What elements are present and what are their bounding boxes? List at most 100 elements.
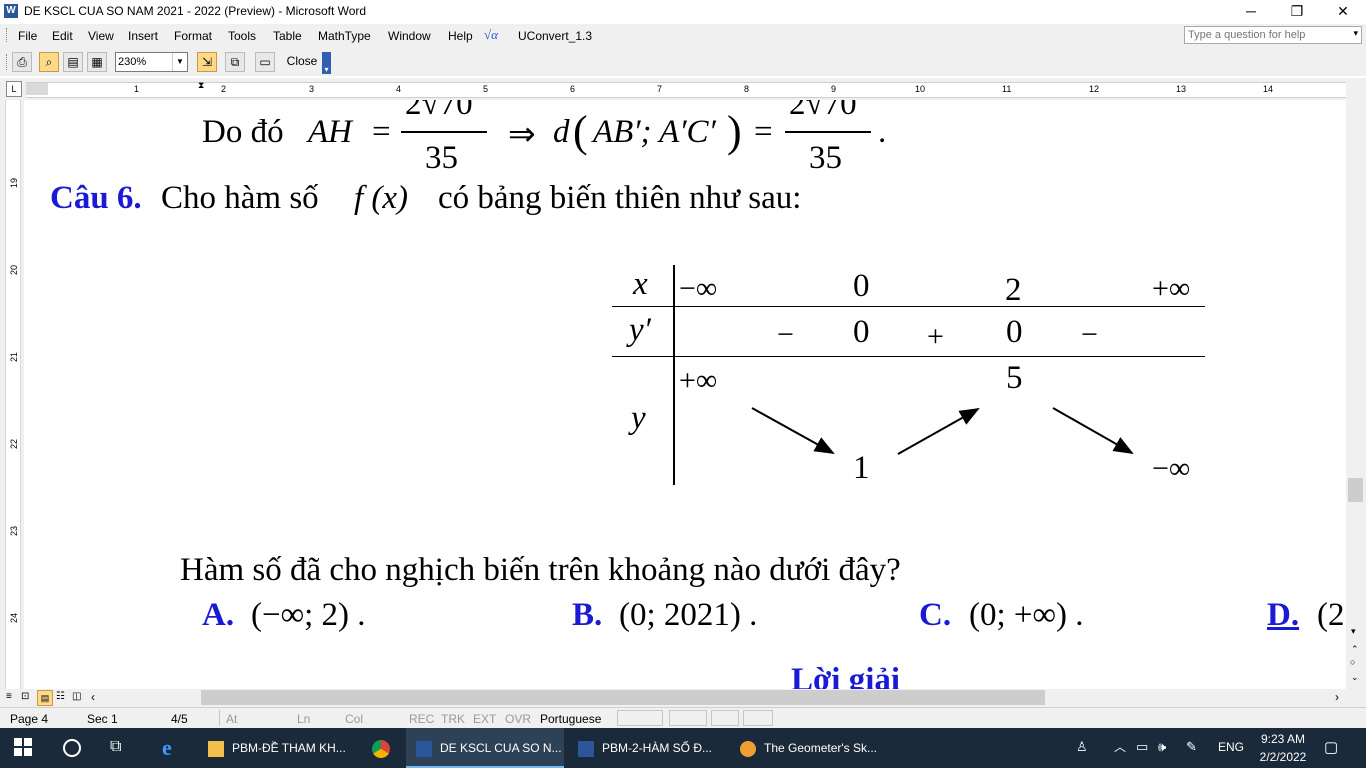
toolbar-options-icon[interactable]: ▾	[322, 52, 331, 74]
outline-view-icon[interactable]: ☷	[56, 691, 65, 702]
web-layout-icon[interactable]: ⊡	[21, 691, 29, 702]
clock-date[interactable]: 2/2/2022	[1256, 750, 1310, 764]
menu-help[interactable]: Help	[448, 29, 473, 43]
status-ovr[interactable]: OVR	[505, 712, 531, 726]
table-x-value: 0	[853, 268, 870, 304]
print-layout-icon[interactable]: ▤	[37, 690, 53, 706]
chevron-up-icon[interactable]: ︿	[1114, 738, 1126, 755]
menu-insert[interactable]: Insert	[128, 29, 158, 43]
help-search-box[interactable]: ▾	[1184, 26, 1362, 44]
shrink-to-fit-icon[interactable]: ⧉	[225, 52, 245, 72]
network-icon[interactable]: ▭	[1136, 739, 1148, 755]
menu-edit[interactable]: Edit	[52, 29, 73, 43]
text-do-do: Do đó	[202, 114, 284, 150]
window-title: DE KSCL CUA SO NAM 2021 - 2022 (Preview)…	[24, 4, 367, 18]
zoom-select[interactable]: ▼	[115, 52, 188, 72]
full-screen-icon[interactable]: ▭	[255, 52, 275, 72]
menu-tools[interactable]: Tools	[228, 29, 256, 43]
reading-layout-icon[interactable]: ◫	[72, 691, 81, 702]
help-search-input[interactable]	[1185, 27, 1346, 43]
menu-mathtype[interactable]: MathType	[318, 29, 371, 43]
select-browse-object-icon[interactable]: ○	[1350, 657, 1355, 667]
status-rec[interactable]: REC	[409, 712, 434, 726]
vruler-number: 24	[9, 612, 20, 624]
notification-icon[interactable]: ▢	[1324, 738, 1338, 756]
taskbar-item-word[interactable]: PBM-2-HÀM SỐ Đ...	[568, 728, 726, 768]
option-a-text: (−∞; 2) .	[251, 597, 366, 633]
status-language[interactable]: Portuguese	[540, 712, 601, 726]
paren-right: )	[727, 107, 742, 156]
taskbar-item-label: PBM-2-HÀM SỐ Đ...	[602, 741, 713, 755]
task-view-icon[interactable]: ⧉	[110, 738, 121, 756]
menu-view[interactable]: View	[88, 29, 114, 43]
option-b-text: (0; 2021) .	[619, 597, 758, 633]
question-text-before: Cho hàm số	[161, 180, 319, 216]
taskbar-item-label: The Geometer's Sk...	[764, 741, 877, 755]
status-trk[interactable]: TRK	[441, 712, 465, 726]
edge-icon[interactable]: e	[162, 735, 172, 761]
math-equals: =	[372, 114, 391, 150]
zoom-input[interactable]	[116, 53, 170, 71]
people-icon[interactable]: ♙	[1076, 739, 1088, 755]
normal-view-icon[interactable]: ≡	[6, 691, 12, 702]
table-hline	[612, 306, 1205, 307]
menu-format[interactable]: Format	[174, 29, 212, 43]
vertical-scroll-thumb[interactable]	[1348, 478, 1363, 502]
scroll-right-arrow-icon[interactable]: ›	[1335, 690, 1339, 704]
fraction-bar	[401, 131, 487, 133]
menu-file[interactable]: File	[18, 29, 37, 43]
document-page[interactable]: Do đó AH = 2√70 35 ⇒ d ( AB′; A′C′ ) = 2…	[25, 100, 1346, 689]
scroll-down-arrow-icon[interactable]: ▾	[1351, 626, 1356, 637]
multiple-pages-icon[interactable]: ▦	[87, 52, 107, 72]
status-empty-box	[617, 710, 663, 726]
table-yprime-value: −	[1081, 318, 1098, 351]
menu-uconvert[interactable]: UConvert_1.3	[518, 29, 592, 43]
prev-page-icon[interactable]: ⌃	[1351, 644, 1359, 655]
geometer-icon	[740, 740, 756, 757]
word-app-icon[interactable]: W	[4, 4, 18, 18]
toolbar-grip[interactable]	[6, 54, 10, 70]
table-yprime-value: −	[777, 318, 794, 351]
option-a-label: A.	[202, 597, 235, 633]
maximize-button[interactable]: ❐	[1274, 0, 1320, 24]
tab-selector[interactable]: L	[6, 81, 22, 97]
fraction-numerator: 2√70	[405, 100, 473, 122]
clock-time[interactable]: 9:23 AM	[1256, 732, 1310, 746]
language-indicator[interactable]: ENG	[1218, 740, 1244, 754]
volume-icon[interactable]: 🕪	[1158, 739, 1166, 755]
chevron-down-icon[interactable]: ▾	[1353, 28, 1358, 39]
menu-table[interactable]: Table	[273, 29, 302, 43]
taskbar-item-chrome[interactable]	[362, 728, 400, 768]
next-page-icon[interactable]: ⌄	[1351, 672, 1359, 683]
status-pages: 4/5	[171, 712, 188, 726]
minimize-button[interactable]: ─	[1228, 0, 1274, 24]
status-col: Col	[345, 712, 364, 726]
print-icon[interactable]: ⎙	[12, 52, 32, 72]
menu-grip[interactable]	[6, 28, 10, 42]
vertical-ruler[interactable]	[0, 100, 24, 690]
windows-start-icon[interactable]	[14, 738, 32, 759]
search-icon[interactable]	[63, 739, 81, 757]
taskbar-item-geometer[interactable]: The Geometer's Sk...	[730, 728, 888, 768]
table-yprime-value: +	[927, 320, 944, 353]
table-y-value-top-mid: 5	[1006, 360, 1023, 396]
math-fx: f (x)	[354, 180, 409, 216]
magnifier-icon[interactable]: ⌕	[39, 52, 59, 72]
pen-icon[interactable]: ✎	[1186, 739, 1197, 755]
view-ruler-icon[interactable]: ⇲	[197, 52, 217, 72]
indent-marker-icon[interactable]: ⧗	[198, 80, 204, 91]
mathtype-icon[interactable]: √α	[484, 27, 498, 43]
horizontal-scroll-thumb[interactable]	[201, 690, 1045, 705]
close-window-button[interactable]: ✕	[1320, 0, 1366, 24]
one-page-icon[interactable]: ▤	[63, 52, 83, 72]
table-x-value: −∞	[679, 272, 718, 305]
status-empty-box	[711, 710, 739, 726]
scroll-left-arrow-icon[interactable]: ‹	[91, 690, 95, 704]
status-ext[interactable]: EXT	[473, 712, 496, 726]
taskbar-item-word-active[interactable]: DE KSCL CUA SO N...	[406, 728, 564, 768]
vertical-scrollbar[interactable]	[1346, 100, 1366, 689]
menu-window[interactable]: Window	[388, 29, 431, 43]
chevron-down-icon[interactable]: ▼	[172, 53, 187, 71]
close-preview-button[interactable]: Close	[282, 52, 322, 72]
math-equals-2: =	[754, 114, 773, 150]
